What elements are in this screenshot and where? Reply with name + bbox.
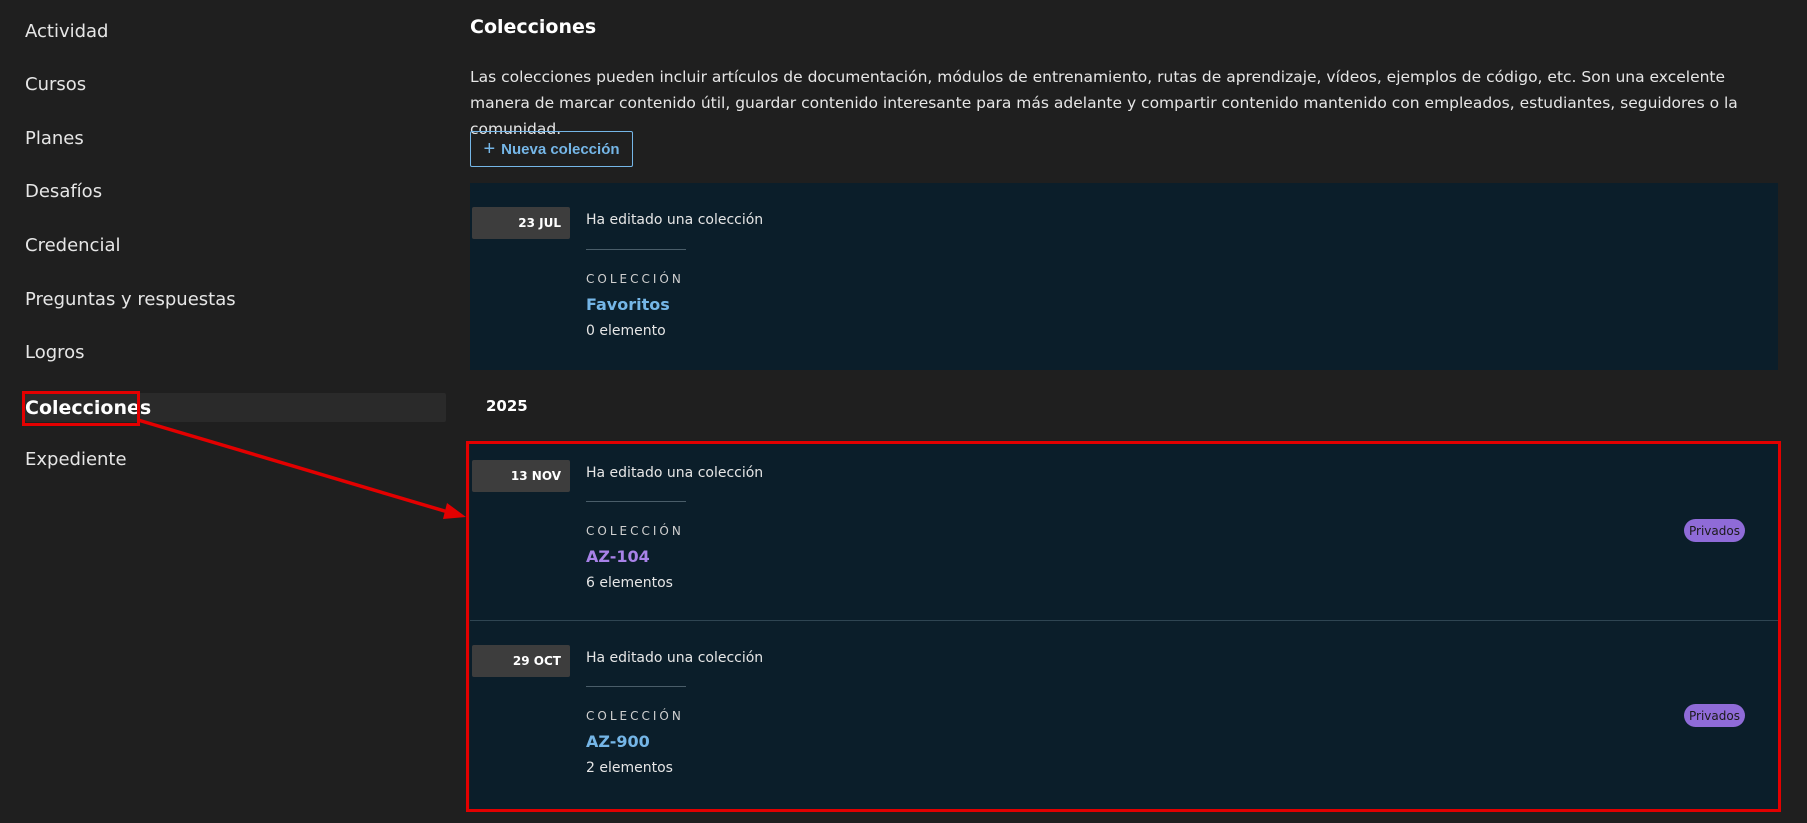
divider xyxy=(586,249,686,250)
collection-group: 13 NOV Ha editado una colección COLECCIÓ… xyxy=(470,443,1778,810)
collection-link-az900[interactable]: AZ-900 xyxy=(586,732,650,751)
activity-text: Ha editado una colección xyxy=(586,650,764,666)
page-description: Las colecciones pueden incluir artículos… xyxy=(470,68,1738,138)
arrow-line xyxy=(137,418,459,517)
privacy-badge: Privados xyxy=(1684,519,1745,542)
sidebar-item-logros[interactable]: Logros xyxy=(25,338,85,368)
activity-text: Ha editado una colección xyxy=(586,212,764,228)
annotation-highlight-colecciones xyxy=(22,391,140,426)
page-title: Colecciones xyxy=(470,16,597,38)
arrow-head xyxy=(443,503,466,519)
plus-icon: + xyxy=(483,138,496,160)
item-count: 6 elementos xyxy=(586,575,673,591)
divider xyxy=(586,686,686,687)
sidebar-item-actividad[interactable]: Actividad xyxy=(25,17,109,47)
sidebar-item-planes[interactable]: Planes xyxy=(25,124,84,154)
collection-link-favoritos[interactable]: Favoritos xyxy=(586,295,670,314)
sidebar-item-credencial[interactable]: Credencial xyxy=(25,231,120,261)
privacy-badge: Privados xyxy=(1684,704,1745,727)
page: Actividad Cursos Planes Desafíos Credenc… xyxy=(0,0,1807,823)
collection-kind-label: COLECCIÓN xyxy=(586,709,684,723)
entry-divider xyxy=(470,620,1778,621)
new-collection-label: Nueva colección xyxy=(501,140,620,158)
collection-kind-label: COLECCIÓN xyxy=(586,524,684,538)
item-count: 0 elemento xyxy=(586,323,666,339)
sidebar-item-desafios[interactable]: Desafíos xyxy=(25,177,102,207)
date-chip: 13 NOV xyxy=(472,460,570,492)
activity-text: Ha editado una colección xyxy=(586,465,764,481)
item-count: 2 elementos xyxy=(586,760,673,776)
collection-card: 23 JUL Ha editado una colección COLECCIÓ… xyxy=(470,183,1778,370)
divider xyxy=(586,501,686,502)
sidebar-item-cursos[interactable]: Cursos xyxy=(25,70,86,100)
date-chip: 23 JUL xyxy=(472,207,570,239)
new-collection-button[interactable]: + Nueva colección xyxy=(470,131,633,167)
sidebar-item-preguntas[interactable]: Preguntas y respuestas xyxy=(25,285,236,315)
date-chip: 29 OCT xyxy=(472,645,570,677)
sidebar-item-expediente[interactable]: Expediente xyxy=(25,445,127,475)
collection-link-az104[interactable]: AZ-104 xyxy=(586,547,650,566)
year-heading: 2025 xyxy=(486,397,528,415)
collection-kind-label: COLECCIÓN xyxy=(586,272,684,286)
